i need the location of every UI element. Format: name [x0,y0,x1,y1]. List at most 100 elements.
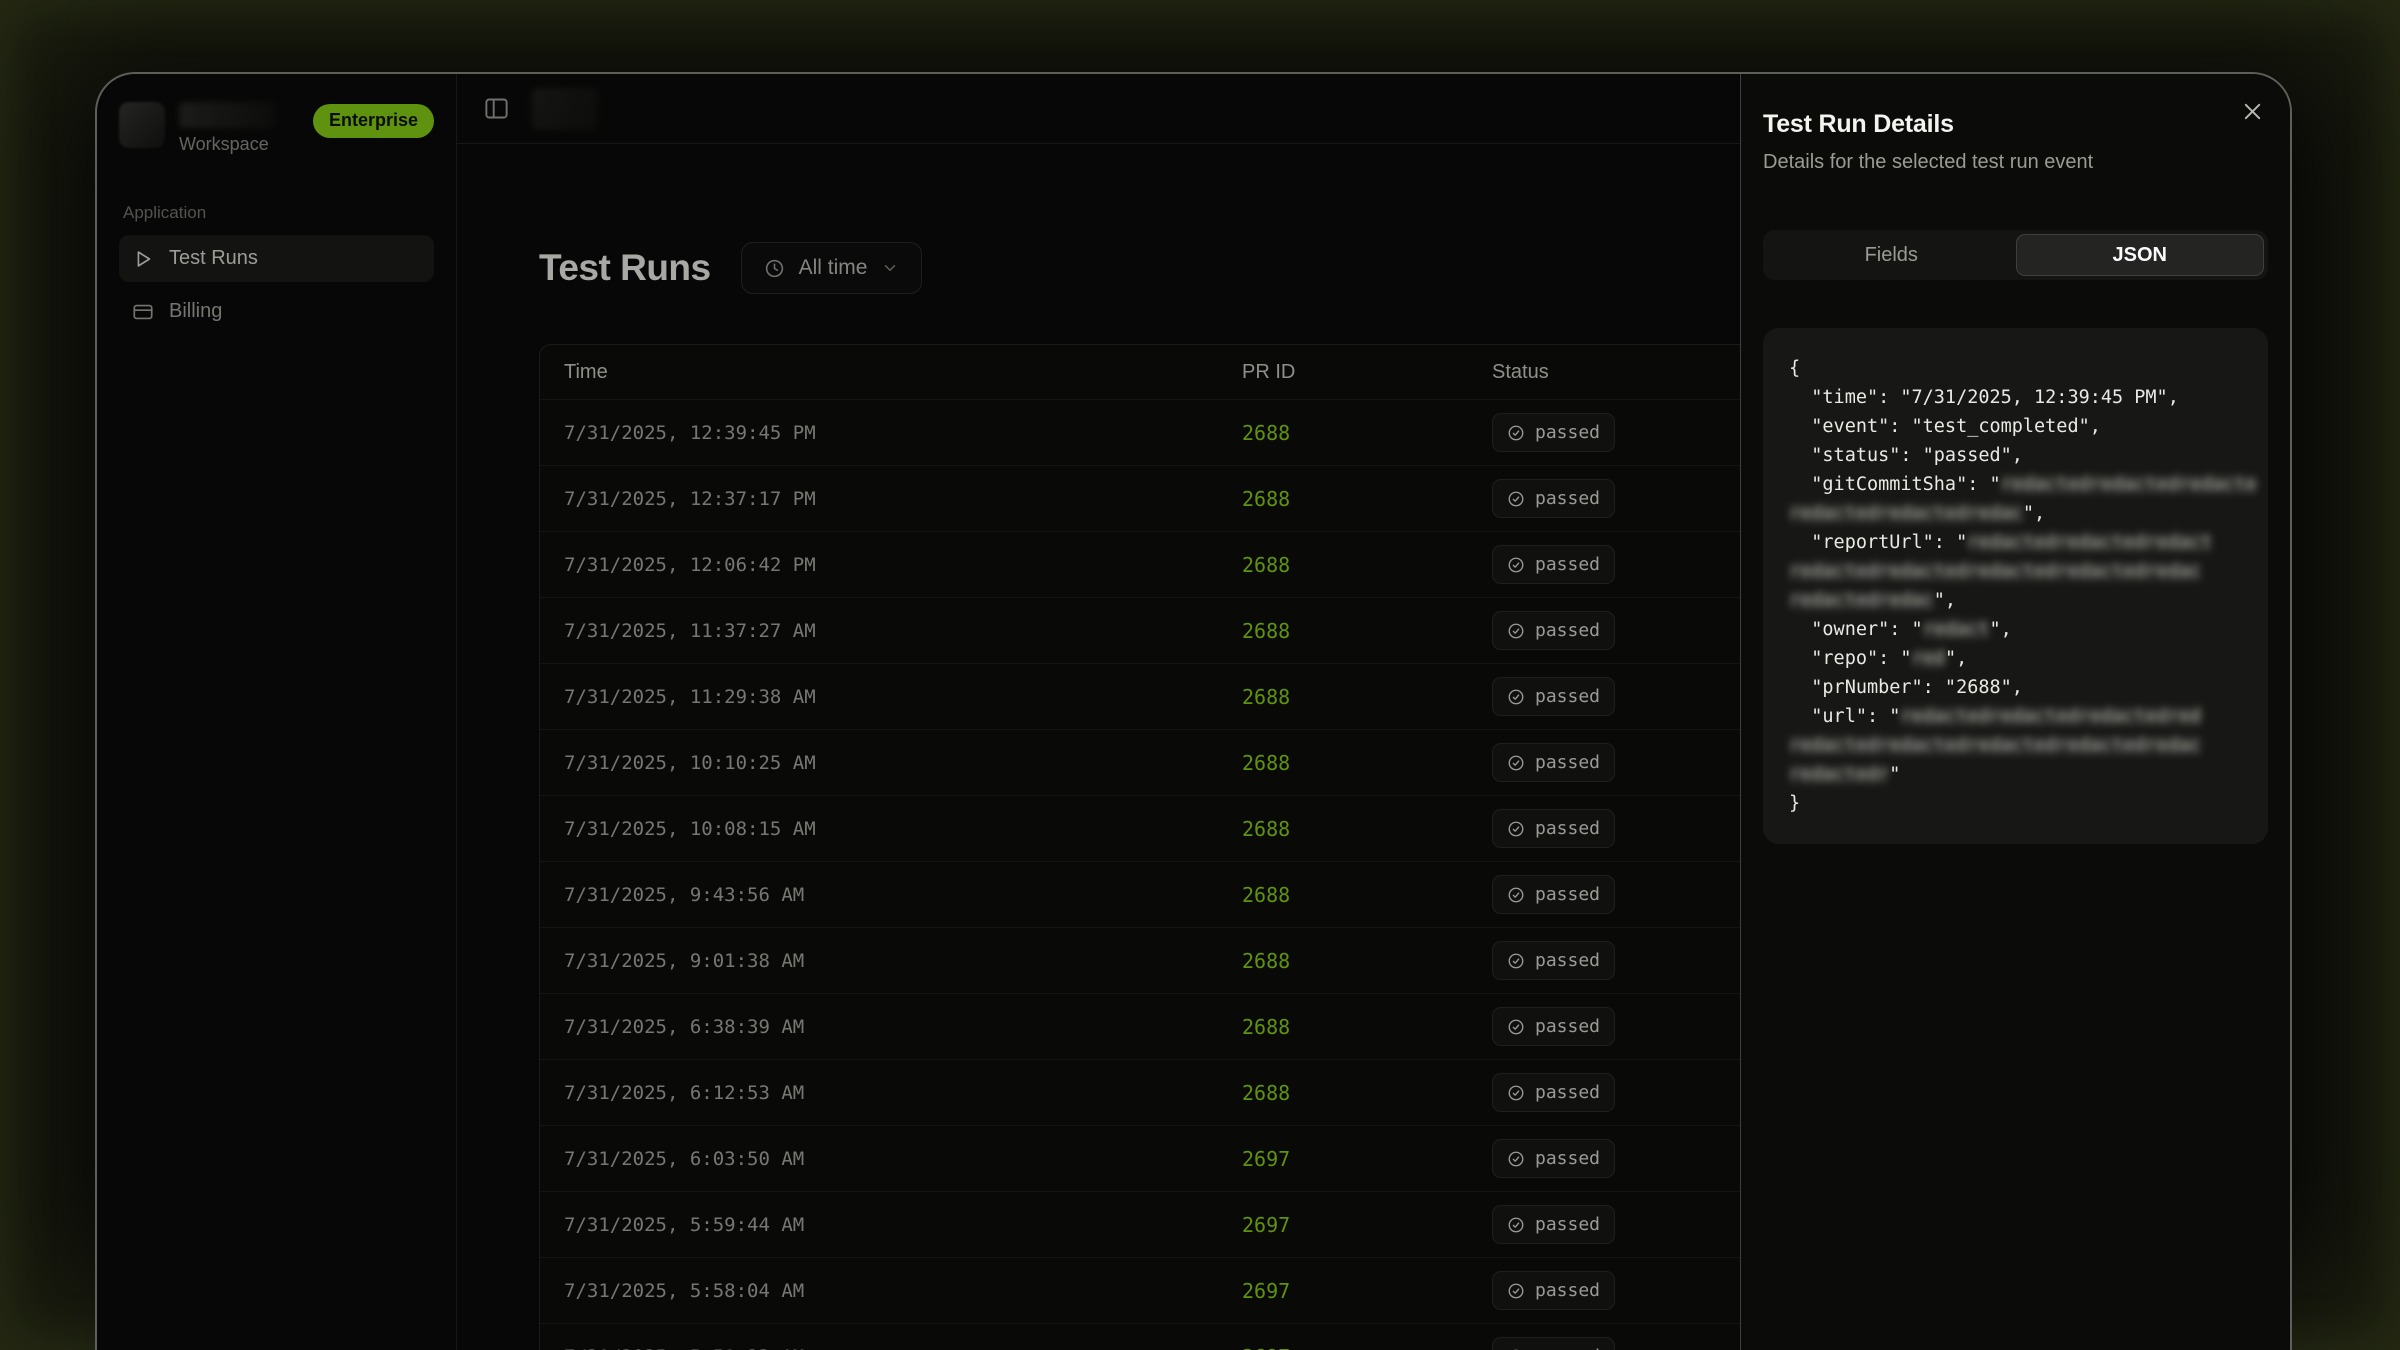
status-badge: passed [1492,611,1615,650]
redacted-text: redactedredactedredactedred [1900,706,2201,727]
pr-id-link[interactable]: 2688 [1218,553,1468,577]
pr-id-link[interactable]: 2688 [1218,751,1468,775]
pr-id-link[interactable]: 2688 [1218,1081,1468,1105]
status-badge: passed [1492,1337,1615,1350]
sidebar-item-billing[interactable]: Billing [119,288,434,335]
redacted-text: redactedredactedredact [1967,532,2212,553]
time-filter-label: All time [799,256,868,280]
status-label: passed [1535,620,1600,641]
code-line: "event": "test_completed", [1789,412,2242,441]
pr-id-link[interactable]: 2688 [1218,1015,1468,1039]
status-badge: passed [1492,545,1615,584]
status-badge: passed [1492,413,1615,452]
sidebar-toggle-button[interactable] [483,95,510,122]
pr-id-link[interactable]: 2697 [1218,1279,1468,1303]
sidebar: Workspace Enterprise Application Test Ru… [97,74,457,1350]
status-label: passed [1535,686,1600,707]
run-time: 7/31/2025, 12:06:42 PM [540,554,1218,576]
close-button[interactable] [2241,100,2264,123]
check-circle-icon [1507,1150,1525,1168]
status-label: passed [1535,1280,1600,1301]
json-code-block: { "time": "7/31/2025, 12:39:45 PM", "eve… [1763,328,2268,844]
chevron-down-icon [881,259,899,277]
status-label: passed [1535,818,1600,839]
pr-id-link[interactable]: 2688 [1218,817,1468,841]
code-line: redactedredactedredac", [1789,499,2242,528]
pr-id-link[interactable]: 2688 [1218,421,1468,445]
check-circle-icon [1507,952,1525,970]
redacted-text: red [1912,648,1945,669]
drawer-subtitle: Details for the selected test run event [1763,151,2268,174]
status-label: passed [1535,1016,1600,1037]
code-line: redactedredactedredactedredactedredac [1789,557,2242,586]
status-badge: passed [1492,809,1615,848]
check-circle-icon [1507,754,1525,772]
workspace-text: Workspace [179,102,299,155]
redacted-text: redactedredactedredacte [2001,474,2257,495]
run-time: 7/31/2025, 12:37:17 PM [540,488,1218,510]
workspace-logo [119,102,165,148]
sidebar-item-label: Test Runs [169,247,258,270]
pr-id-link[interactable]: 2688 [1218,487,1468,511]
status-badge: passed [1492,1271,1615,1310]
run-time: 7/31/2025, 5:59:44 AM [540,1214,1218,1236]
check-circle-icon [1507,1216,1525,1234]
pr-id-link[interactable]: 2697 [1218,1213,1468,1237]
run-time: 7/31/2025, 6:12:53 AM [540,1082,1218,1104]
redacted-text: redactedr [1789,764,1889,785]
pr-id-link[interactable]: 2688 [1218,949,1468,973]
status-badge: passed [1492,479,1615,518]
clock-icon [764,258,785,279]
status-badge: passed [1492,677,1615,716]
run-time: 7/31/2025, 11:37:27 AM [540,620,1218,642]
status-label: passed [1535,488,1600,509]
pr-id-link[interactable]: 2697 [1218,1147,1468,1171]
status-label: passed [1535,554,1600,575]
check-circle-icon [1507,1084,1525,1102]
status-label: passed [1535,950,1600,971]
pr-id-link[interactable]: 2688 [1218,883,1468,907]
status-label: passed [1535,752,1600,773]
pr-id-link[interactable]: 2688 [1218,685,1468,709]
sidebar-nav: Test Runs Billing [119,235,434,335]
status-label: passed [1535,1214,1600,1235]
play-icon [132,248,154,270]
pr-id-link[interactable]: 2688 [1218,619,1468,643]
pr-id-link[interactable]: 2697 [1218,1345,1468,1350]
close-icon [2241,100,2264,123]
run-time: 7/31/2025, 6:38:39 AM [540,1016,1218,1038]
run-time: 7/31/2025, 5:58:04 AM [540,1280,1218,1302]
code-line: "time": "7/31/2025, 12:39:45 PM", [1789,383,2242,412]
redacted-text: redactedredactedredactedredactedredac [1789,735,2201,756]
status-badge: passed [1492,1007,1615,1046]
sidebar-section-label: Application [123,203,434,223]
drawer-tabs: FieldsJSON [1763,230,2268,280]
column-header-time: Time [540,361,1218,384]
status-label: passed [1535,884,1600,905]
redacted-text: redact [1923,619,1990,640]
code-line: "gitCommitSha": "redactedredactedredacte [1789,470,2242,499]
credit-card-icon [132,301,154,323]
run-time: 7/31/2025, 10:08:15 AM [540,818,1218,840]
workspace-header[interactable]: Workspace Enterprise [119,102,434,155]
column-header-pr-id: PR ID [1218,361,1468,384]
status-label: passed [1535,1148,1600,1169]
code-line: } [1789,789,2242,818]
check-circle-icon [1507,622,1525,640]
code-line: { [1789,354,2242,383]
status-label: passed [1535,1346,1600,1350]
sidebar-item-test-runs[interactable]: Test Runs [119,235,434,282]
time-filter-button[interactable]: All time [741,242,923,294]
enterprise-badge: Enterprise [313,104,434,138]
tab-fields[interactable]: Fields [1767,234,2016,276]
tab-json[interactable]: JSON [2016,234,2265,276]
run-time: 7/31/2025, 11:29:38 AM [540,686,1218,708]
check-circle-icon [1507,490,1525,508]
check-circle-icon [1507,556,1525,574]
app-window: Workspace Enterprise Application Test Ru… [95,72,2292,1350]
redacted-text: redactedredactedredactedredactedredac [1789,561,2201,582]
check-circle-icon [1507,688,1525,706]
status-badge: passed [1492,1073,1615,1112]
status-badge: passed [1492,743,1615,782]
code-line: redactedredac", [1789,586,2242,615]
